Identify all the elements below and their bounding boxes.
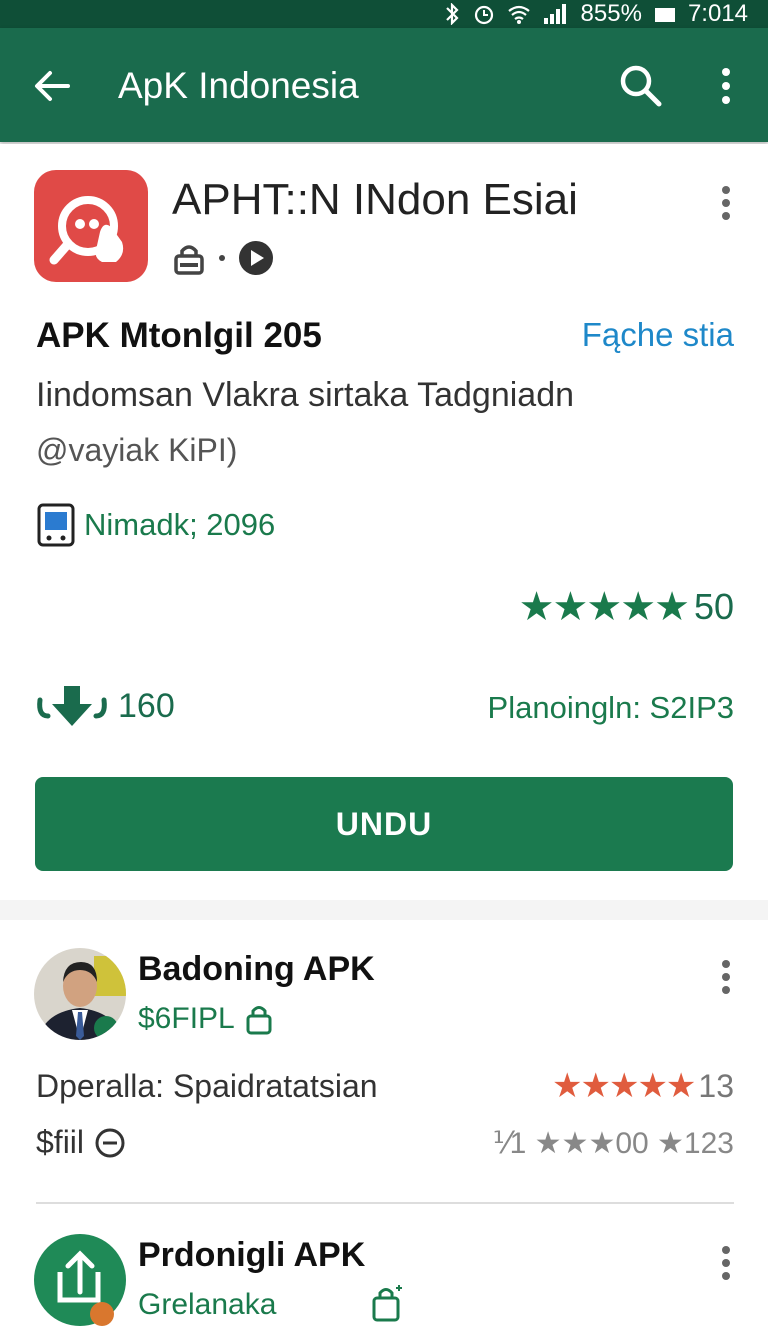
review-subtitle-label: $6FIPL bbox=[138, 1002, 235, 1035]
download-icon bbox=[37, 686, 107, 726]
app-rating: ★★★★★ 50 bbox=[519, 584, 734, 630]
wifi-icon bbox=[507, 5, 530, 24]
app-detail-card: APHT::N INdon Esiai APK Mtonlgil 205 Fąc… bbox=[0, 144, 768, 900]
review-stars-icon: ★★★★★ bbox=[552, 1067, 696, 1105]
review-subtitle: $6FIPL bbox=[138, 1002, 273, 1036]
rating-stars-icon: ★★★★★ bbox=[518, 585, 690, 629]
app-bar-title: ApK Indonesia bbox=[118, 65, 359, 106]
review-subtitle: Grelanaka bbox=[138, 1288, 277, 1321]
status-bar: 855% 7:014 bbox=[0, 0, 768, 28]
review-mini-rating: ⅟1 ★★★00 ★123 bbox=[492, 1127, 734, 1160]
review-price: $fiil bbox=[36, 1124, 126, 1161]
battery-icon bbox=[654, 8, 675, 22]
app-options-icon[interactable] bbox=[721, 186, 731, 220]
review-options-icon[interactable] bbox=[721, 1246, 731, 1280]
review-author: Badoning APK bbox=[138, 950, 375, 988]
search-icon[interactable] bbox=[617, 62, 665, 110]
app-platform: Planoingln: S2IP3 bbox=[487, 690, 734, 725]
app-icon[interactable] bbox=[34, 170, 148, 282]
downloads-count: 160 bbox=[118, 686, 175, 725]
app-developer: @vayiak KiPI) bbox=[36, 432, 238, 468]
reviews-card: Badoning APK $6FIPL Dperalla: Spaidratat… bbox=[0, 920, 768, 1344]
app-name: APHT::N INdon Esiai bbox=[172, 175, 578, 224]
app-version-label: Nimadk; 2096 bbox=[84, 507, 276, 542]
download-button[interactable]: UNDU bbox=[35, 777, 733, 871]
review-author: Prdonigli APK bbox=[138, 1236, 366, 1274]
upload-box-icon bbox=[57, 1250, 114, 1326]
status-icons: 855% 7:014 bbox=[443, 0, 748, 28]
separator-dot-icon bbox=[219, 255, 225, 261]
app-badges bbox=[172, 240, 274, 276]
rating-value: 50 bbox=[693, 586, 734, 627]
user-portrait-icon bbox=[38, 956, 126, 1040]
more-options-icon[interactable] bbox=[712, 64, 740, 108]
headline-link[interactable]: Fąche stia bbox=[582, 316, 734, 354]
app-headline: APK Mtonlgil 205 bbox=[36, 316, 322, 355]
back-arrow-icon[interactable] bbox=[30, 64, 74, 108]
avatar[interactable] bbox=[34, 1234, 126, 1326]
avatar[interactable] bbox=[34, 948, 126, 1040]
app-version: Nimadk; 2096 bbox=[36, 502, 275, 548]
alarm-icon bbox=[474, 5, 493, 25]
app-downloads: 160 bbox=[36, 684, 175, 728]
shopping-bag-icon[interactable] bbox=[370, 1284, 404, 1324]
review-price-label: $fiil bbox=[36, 1124, 85, 1160]
review-detail: Dperalla: Spaidratatsian bbox=[36, 1068, 378, 1104]
clock: 7:014 bbox=[687, 0, 748, 27]
app-logo-icon bbox=[49, 196, 124, 265]
app-bar: ApK Indonesia bbox=[0, 28, 768, 142]
battery-percent: 855% bbox=[580, 0, 642, 27]
signal-icon bbox=[543, 4, 566, 24]
play-icon bbox=[239, 241, 273, 275]
lock-icon bbox=[246, 1006, 272, 1035]
bluetooth-icon bbox=[445, 3, 459, 25]
review-rating: ★★★★★ 13 bbox=[552, 1066, 734, 1106]
lock-icon bbox=[174, 245, 204, 275]
minus-circle-icon[interactable] bbox=[94, 1127, 126, 1159]
device-icon bbox=[37, 503, 75, 547]
divider bbox=[36, 1202, 734, 1204]
review-rating-text: 13 bbox=[698, 1067, 734, 1104]
review-options-icon[interactable] bbox=[721, 960, 731, 994]
app-description: Iindomsan Vlakra sirtaka Tadgniadn bbox=[36, 376, 575, 414]
